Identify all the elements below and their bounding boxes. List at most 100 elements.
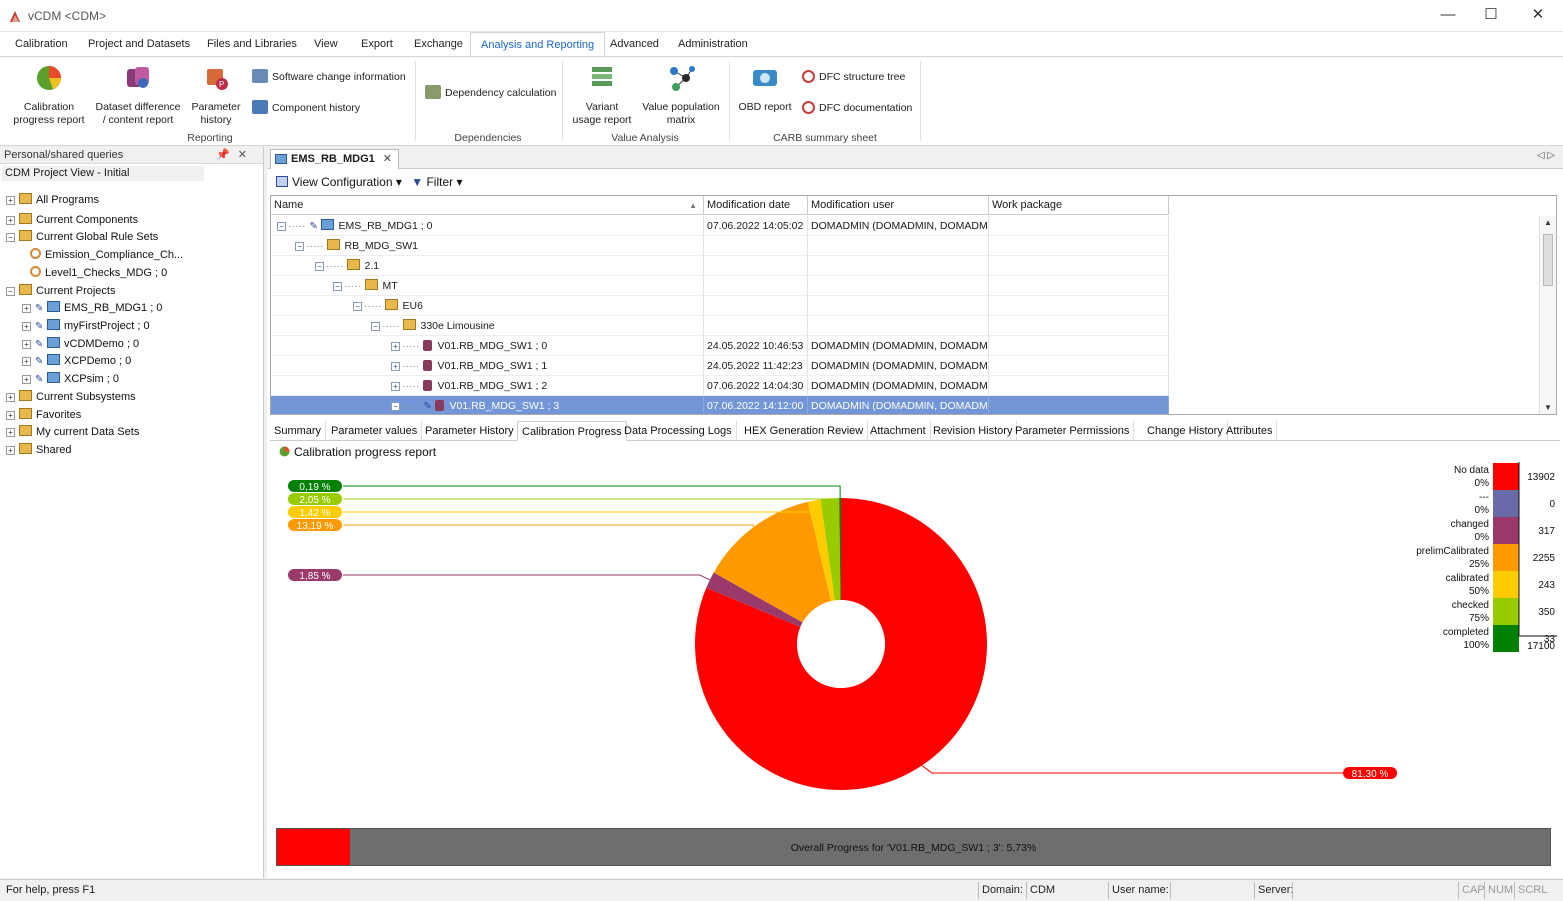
expand-icon[interactable]: + <box>6 196 15 205</box>
collapse-icon[interactable]: − <box>277 222 286 231</box>
close-pane-icon[interactable]: ✕ <box>238 149 255 161</box>
tab-parameter-history[interactable]: Parameter History <box>421 421 519 441</box>
tab-change-history[interactable]: Change History <box>1143 421 1228 441</box>
legend-count: 2255 <box>1533 553 1556 564</box>
collapse-icon[interactable]: − <box>6 233 15 242</box>
scroll-up-icon[interactable]: ▲ <box>1544 218 1552 227</box>
collapse-icon[interactable]: − <box>6 287 15 296</box>
table-row[interactable]: − ····· ✎ V01.RB_MDG_SW1 ; 3 07.06.2022 14:1… <box>271 396 1169 414</box>
dfc-structure-tree-button[interactable]: DFC structure tree <box>802 68 905 86</box>
tab-summary[interactable]: Summary <box>270 421 327 441</box>
table-row[interactable]: + ····· V01.RB_MDG_SW1 ; 2 07.06.2022 14:04… <box>271 376 1169 396</box>
tree-node[interactable]: + Current Subsystems <box>6 389 136 406</box>
scroll-thumb[interactable] <box>1543 234 1553 286</box>
pin-icon[interactable]: 📌 <box>216 149 238 161</box>
table-row[interactable]: − ····· ✎ EMS_RB_MDG1 ; 0 07.06.2022 14:05:0… <box>271 216 1169 236</box>
tab-exchange[interactable]: Exchange <box>404 32 473 56</box>
column-header-modification-user[interactable]: Modification user <box>808 196 989 215</box>
dataset-difference-report-button[interactable]: Dataset difference / content report <box>93 63 183 127</box>
collapse-icon[interactable]: − <box>391 402 400 411</box>
column-header-modification-date[interactable]: Modification date <box>704 196 808 215</box>
expand-icon[interactable]: + <box>391 382 400 391</box>
table-row[interactable]: + ····· V01.RB_MDG_SW1 ; 1 24.05.2022 11:42… <box>271 356 1169 376</box>
expand-icon[interactable]: + <box>6 393 15 402</box>
table-row[interactable]: − ····· EU6 <box>271 296 1169 316</box>
project-view-tab[interactable]: CDM Project View - Initial <box>2 166 204 181</box>
value-population-matrix-button[interactable]: Value population matrix <box>640 63 722 127</box>
tab-data-processing-logs[interactable]: Data Processing Logs <box>620 421 737 441</box>
expand-icon[interactable]: + <box>22 340 31 349</box>
tree-node[interactable]: + Current Components <box>6 212 138 229</box>
expand-icon[interactable]: + <box>391 362 400 371</box>
tab-advanced[interactable]: Advanced <box>600 32 669 56</box>
close-button[interactable]: ✕ <box>1515 0 1561 32</box>
expand-icon[interactable]: + <box>391 342 400 351</box>
filter-button[interactable]: ▼ Filter ▾ <box>411 175 462 189</box>
tab-project-and-datasets[interactable]: Project and Datasets <box>78 32 200 56</box>
calibration-progress-report-button[interactable]: Calibration progress report <box>10 63 88 127</box>
queries-pane-header: Personal/shared queries 📌✕ <box>0 147 263 164</box>
tab-attributes[interactable]: Attributes <box>1222 421 1278 441</box>
expand-icon[interactable]: + <box>22 322 31 331</box>
tab-attachment[interactable]: Attachment <box>866 421 931 441</box>
table-row[interactable]: − ····· RB_MDG_SW1 <box>271 236 1169 256</box>
scroll-down-icon[interactable]: ▼ <box>1544 403 1552 412</box>
maximize-button[interactable]: ☐ <box>1468 0 1514 32</box>
tab-administration[interactable]: Administration <box>668 32 758 56</box>
tree-node[interactable]: − Current Global Rule Sets <box>6 229 158 246</box>
expand-icon[interactable]: + <box>22 304 31 313</box>
column-header-name[interactable]: Name ▲ <box>271 196 704 215</box>
tab-files-and-libraries[interactable]: Files and Libraries <box>197 32 307 56</box>
collapse-icon[interactable]: − <box>371 322 380 331</box>
tree-node[interactable]: + ✎ EMS_RB_MDG1 ; 0 <box>22 300 162 317</box>
tree-node[interactable]: + ✎ myFirstProject ; 0 <box>22 318 150 335</box>
expand-icon[interactable]: + <box>6 216 15 225</box>
tab-hex-generation-review[interactable]: HEX Generation Review <box>740 421 869 441</box>
tree-node[interactable]: + My current Data Sets <box>6 424 139 441</box>
expand-icon[interactable]: + <box>6 446 15 455</box>
collapse-icon[interactable]: − <box>333 282 342 291</box>
tab-view[interactable]: View <box>304 32 348 56</box>
vertical-scrollbar[interactable]: ▲ ▼ <box>1539 216 1556 414</box>
collapse-icon[interactable]: − <box>353 302 362 311</box>
tree-node[interactable]: + Shared <box>6 442 71 459</box>
tab-analysis-and-reporting[interactable]: Analysis and Reporting <box>470 32 606 56</box>
tab-parameter-values[interactable]: Parameter values <box>327 421 423 441</box>
tab-calibration-progress[interactable]: Calibration Progress <box>517 421 627 441</box>
document-tab[interactable]: EMS_RB_MDG1 ✕ <box>270 149 399 169</box>
obd-report-button[interactable]: OBD report <box>735 63 795 114</box>
table-row[interactable]: + ····· V01.RB_MDG_SW1 ; 0 24.05.2022 10:46… <box>271 336 1169 356</box>
tab-scroll-arrows-icon[interactable]: ◁ ▷ <box>1537 150 1555 161</box>
tree-node[interactable]: + ✎ XCPsim ; 0 <box>22 371 119 388</box>
table-row[interactable]: − ····· 2.1 <box>271 256 1169 276</box>
minimize-button[interactable]: — <box>1425 0 1471 32</box>
expand-icon[interactable]: + <box>6 411 15 420</box>
variant-usage-report-button[interactable]: Variant usage report <box>570 63 634 127</box>
tab-export[interactable]: Export <box>351 32 403 56</box>
tab-revision-history[interactable]: Revision History <box>929 421 1018 441</box>
column-header-work-package[interactable]: Work package <box>989 196 1169 215</box>
close-tab-icon[interactable]: ✕ <box>383 153 392 165</box>
dependency-calculation-button[interactable]: Dependency calculation <box>425 84 557 102</box>
expand-icon[interactable]: + <box>6 428 15 437</box>
collapse-icon[interactable]: − <box>295 242 304 251</box>
software-change-information-button[interactable]: Software change information <box>252 68 406 86</box>
table-row[interactable]: − ····· MT <box>271 276 1169 296</box>
tab-calibration[interactable]: Calibration <box>5 32 78 56</box>
parameter-history-button[interactable]: P Parameter history <box>188 63 244 127</box>
expand-icon[interactable]: + <box>22 375 31 384</box>
view-configuration-button[interactable]: View Configuration ▾ <box>270 175 402 189</box>
table-row[interactable]: − ····· 330e Limousine <box>271 316 1169 336</box>
expand-icon[interactable]: + <box>22 357 31 366</box>
collapse-icon[interactable]: − <box>315 262 324 271</box>
tree-node[interactable]: Level1_Checks_MDG ; 0 <box>30 265 167 282</box>
tree-node[interactable]: + ✎ XCPDemo ; 0 <box>22 353 131 370</box>
component-history-button[interactable]: Component history <box>252 99 360 117</box>
tab-parameter-permissions[interactable]: Parameter Permissions <box>1011 421 1135 441</box>
dfc-documentation-button[interactable]: DFC documentation <box>802 99 912 117</box>
tree-node[interactable]: + All Programs <box>6 192 99 209</box>
tree-node[interactable]: + ✎ vCDMDemo ; 0 <box>22 336 139 353</box>
tree-node[interactable]: + Favorites <box>6 407 81 424</box>
tree-node[interactable]: − Current Projects <box>6 283 115 300</box>
tree-node[interactable]: Emission_Compliance_Ch... <box>30 247 183 264</box>
